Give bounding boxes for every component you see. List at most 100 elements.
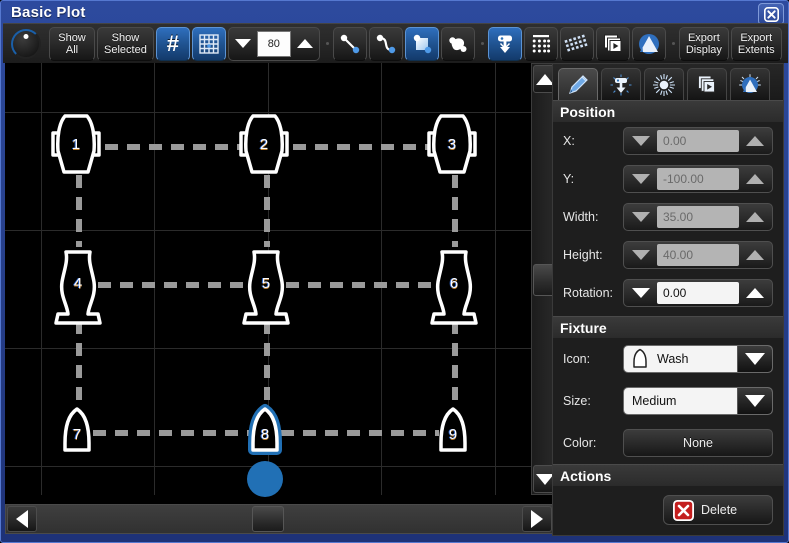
place-fixture-button[interactable] [487, 26, 522, 61]
layers-play-button[interactable] [595, 26, 630, 61]
spinner-y-increment[interactable] [740, 167, 770, 191]
rotation-handle[interactable] [247, 461, 283, 497]
show-selected-label-line1: Show [111, 31, 140, 44]
toolbar: Show All Show Selected # 80 Export Displ… [3, 23, 788, 63]
spinner-height[interactable]: 40.00 [623, 241, 773, 269]
horizontal-scroll-thumb[interactable] [252, 506, 284, 532]
show-selected-label-line2: Selected [104, 43, 147, 56]
rectangle-tool-button[interactable] [404, 26, 439, 61]
grid-size-input[interactable]: 80 [256, 30, 291, 57]
sparkle-icon [653, 73, 675, 96]
show-all-label-line2: All [65, 43, 79, 56]
tab-beams[interactable] [730, 68, 770, 100]
section-header-position: Position [553, 100, 783, 122]
spinner-x-increment[interactable] [740, 129, 770, 153]
fixture-8[interactable]: 8 [244, 404, 286, 455]
spinner-y[interactable]: -100.00 [623, 165, 773, 193]
spinner-x-input[interactable]: 0.00 [657, 130, 739, 152]
grid-size-spinner[interactable]: 80 [227, 26, 320, 61]
delete-button[interactable]: Delete [663, 495, 773, 525]
icon-combobox-value-wrap: Wash [624, 346, 737, 372]
show-all-button[interactable]: Show All [49, 26, 95, 61]
horizontal-scrollbar[interactable] [5, 504, 554, 534]
line-tool-icon [340, 34, 360, 53]
spinner-height-increment[interactable] [740, 243, 770, 267]
spinner-rotation-input[interactable]: 0.00 [657, 282, 739, 304]
freeform-tool-button[interactable] [440, 26, 475, 61]
icon-combobox-arrow[interactable] [737, 346, 772, 372]
spinner-y-decrement[interactable] [626, 167, 656, 191]
fixture-2[interactable]: 2 [232, 111, 296, 177]
grid-icon [199, 33, 219, 54]
connector [264, 175, 270, 247]
spinner-width[interactable]: 35.00 [623, 203, 773, 231]
zoom-knob[interactable] [6, 26, 46, 62]
scroll-right-button[interactable] [522, 506, 552, 532]
spinner-rotation-increment[interactable] [740, 281, 770, 305]
hash-number-icon: # [166, 30, 179, 56]
label-color: Color: [563, 436, 597, 450]
tab-layers[interactable] [687, 68, 727, 100]
grid-size-decrement[interactable] [229, 28, 257, 60]
close-button[interactable] [758, 3, 784, 25]
curve-tool-button[interactable] [368, 26, 403, 61]
panel-tabstrip [553, 64, 783, 100]
triangle-up-icon [746, 174, 764, 184]
beam-arch-button[interactable] [631, 26, 666, 61]
icon-combobox[interactable]: Wash [623, 345, 773, 373]
arch-shape-icon [638, 33, 659, 54]
spinner-y-input[interactable]: -100.00 [657, 168, 739, 190]
panel-content: Position X: 0.00 Y: -100.00 Width: 35.00… [553, 100, 783, 535]
tab-fixture[interactable] [601, 68, 641, 100]
tab-edit[interactable] [558, 68, 598, 100]
size-combobox-arrow[interactable] [737, 388, 772, 414]
export-extents-button[interactable]: Export Extents [730, 26, 782, 61]
toggle-numbers-button[interactable]: # [155, 26, 190, 61]
close-icon [763, 6, 779, 22]
fixture-5[interactable]: 5 [240, 248, 292, 338]
plot-canvas[interactable]: 1 2 3 4 5 6 7 8 9 [5, 63, 537, 497]
label-width: Width: [563, 210, 599, 224]
fixture-9[interactable]: 9 [432, 405, 474, 455]
spinner-height-decrement[interactable] [626, 243, 656, 267]
fixture-1[interactable]: 1 [44, 111, 108, 177]
line-tool-button[interactable] [332, 26, 367, 61]
perspective-grid-button[interactable] [559, 26, 594, 61]
field-row-height: Height: 40.00 [553, 236, 783, 274]
title-bar: Basic Plot [1, 1, 789, 25]
dot-grid-button[interactable] [523, 26, 558, 61]
tab-effects[interactable] [644, 68, 684, 100]
connector [93, 430, 251, 436]
triangle-right-icon [531, 510, 543, 528]
color-button[interactable]: None [623, 429, 773, 457]
field-row-size: Size: Medium [553, 380, 783, 422]
triangle-up-icon [296, 39, 313, 48]
spinner-width-increment[interactable] [740, 205, 770, 229]
fixture-3[interactable]: 3 [420, 111, 484, 177]
label-size: Size: [563, 394, 591, 408]
triangle-down-icon [632, 288, 650, 298]
plot-area[interactable]: 1 2 3 4 5 6 7 8 9 [5, 63, 554, 512]
fixture-6[interactable]: 6 [428, 248, 480, 338]
spinner-rotation[interactable]: 0.00 [623, 279, 773, 307]
toggle-grid-button[interactable] [191, 26, 226, 61]
size-combobox-value: Medium [632, 394, 677, 408]
triangle-down-icon [234, 39, 251, 48]
spinner-width-decrement[interactable] [626, 205, 656, 229]
export-display-line1: Export [687, 31, 720, 44]
spinner-rotation-decrement[interactable] [626, 281, 656, 305]
fixture-7[interactable]: 7 [56, 405, 98, 455]
fixture-4[interactable]: 4 [52, 248, 104, 338]
export-extents-line1: Export [740, 31, 773, 44]
scroll-left-button[interactable] [7, 506, 37, 532]
spinner-height-input[interactable]: 40.00 [657, 244, 739, 266]
spinner-x[interactable]: 0.00 [623, 127, 773, 155]
spinner-width-input[interactable]: 35.00 [657, 206, 739, 228]
grid-size-increment[interactable] [291, 28, 319, 60]
size-combobox[interactable]: Medium [623, 387, 773, 415]
fixture-place-icon [497, 35, 512, 53]
spinner-x-decrement[interactable] [626, 129, 656, 153]
export-display-button[interactable]: Export Display [678, 26, 729, 61]
connector [452, 175, 458, 247]
show-selected-button[interactable]: Show Selected [97, 26, 154, 61]
